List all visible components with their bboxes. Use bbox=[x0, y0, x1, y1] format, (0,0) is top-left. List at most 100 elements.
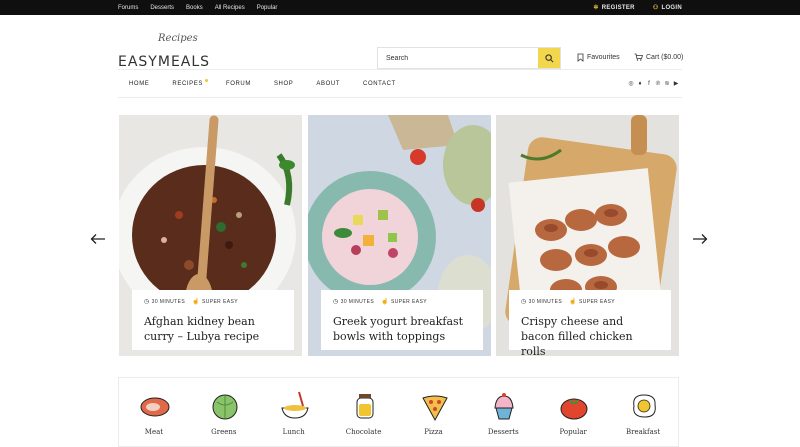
cook-time-text: 30 MINUTES bbox=[528, 298, 563, 305]
nav-contact[interactable]: CONTACT bbox=[363, 81, 396, 87]
category-label: Breakfast bbox=[625, 428, 661, 436]
cook-time: ◷ 30 MINUTES bbox=[521, 298, 563, 306]
recipe-title[interactable]: Crispy cheese and bacon filled chicken r… bbox=[521, 314, 659, 356]
recipe-card[interactable]: ◷ 30 MINUTES ☝ SUPER EASY Crispy cheese an… bbox=[496, 115, 679, 356]
card-info: ◷ 30 MINUTES ☝ SUPER EASY Crispy cheese an… bbox=[509, 290, 671, 356]
search-button[interactable] bbox=[538, 48, 560, 68]
gear-icon: ✲ bbox=[593, 5, 599, 11]
cabbage-icon bbox=[212, 394, 238, 420]
nav-recipes-label: RECIPES bbox=[172, 80, 203, 87]
difficulty: ☝ SUPER EASY bbox=[381, 298, 427, 306]
cart-link[interactable]: Cart ($0.00) bbox=[634, 53, 683, 61]
card-meta: ◷ 30 MINUTES ☝ SUPER EASY bbox=[144, 298, 282, 306]
rss-icon[interactable]: ≋ bbox=[664, 81, 670, 87]
category-lunch[interactable]: Lunch bbox=[259, 378, 329, 446]
recipe-title[interactable]: Afghan kidney bean curry – Lubya recipe bbox=[144, 314, 282, 344]
recipe-card[interactable]: ◷ 30 MINUTES ☝ SUPER EASY Afghan kidney be… bbox=[119, 115, 302, 356]
category-greens[interactable]: Greens bbox=[189, 378, 259, 446]
social-links: ◎ ♦ f ℗ ≋ ▶ bbox=[628, 81, 679, 87]
fried-egg-icon bbox=[633, 394, 656, 418]
difficulty: ☝ SUPER EASY bbox=[192, 298, 238, 306]
register-link[interactable]: ✲ REGISTER bbox=[593, 4, 634, 11]
category-label: Pizza bbox=[424, 428, 443, 436]
cart-icon bbox=[634, 53, 643, 61]
pinterest-icon[interactable]: ℗ bbox=[655, 81, 661, 87]
top-link-books[interactable]: Books bbox=[186, 5, 203, 11]
bookmark-icon bbox=[577, 53, 584, 62]
thumbs-up-icon: ☝ bbox=[569, 299, 577, 305]
card-info: ◷ 30 MINUTES ☝ SUPER EASY Greek yogurt bre… bbox=[321, 290, 483, 350]
cook-time-text: 30 MINUTES bbox=[340, 298, 375, 305]
nav-home[interactable]: HOME bbox=[129, 81, 149, 87]
category-meat[interactable]: Meat bbox=[119, 378, 189, 446]
category-label: Chocolate bbox=[345, 428, 382, 436]
cart-label: Cart ($0.00) bbox=[646, 53, 684, 61]
auth-links: ✲ REGISTER ⚇ LOGIN bbox=[593, 4, 682, 11]
category-label: Meat bbox=[144, 428, 164, 436]
category-chocolate[interactable]: Chocolate bbox=[329, 378, 399, 446]
clock-icon: ◷ bbox=[144, 299, 150, 305]
recipe-card[interactable]: ◷ 30 MINUTES ☝ SUPER EASY Greek yogurt bre… bbox=[308, 115, 491, 356]
recipe-title[interactable]: Greek yogurt breakfast bowls with toppin… bbox=[333, 314, 471, 344]
register-label: REGISTER bbox=[601, 5, 635, 11]
category-desserts[interactable]: Desserts bbox=[468, 378, 538, 446]
clock-icon: ◷ bbox=[333, 299, 339, 305]
search-box bbox=[377, 47, 561, 69]
tomato-icon bbox=[560, 398, 588, 420]
cook-time: ◷ 30 MINUTES bbox=[144, 298, 186, 306]
difficulty-text: SUPER EASY bbox=[578, 298, 615, 305]
difficulty: ☝ SUPER EASY bbox=[569, 298, 615, 306]
category-label: Lunch bbox=[282, 428, 305, 436]
cupcake-icon bbox=[494, 393, 514, 420]
meat-icon bbox=[140, 397, 170, 417]
card-meta: ◷ 30 MINUTES ☝ SUPER EASY bbox=[333, 298, 471, 306]
site-logo[interactable]: Recipes EASYMEALS bbox=[118, 33, 218, 70]
category-label: Desserts bbox=[487, 428, 519, 436]
top-bar: Forums Desserts Books All Recipes Popula… bbox=[0, 0, 800, 15]
top-link-all-recipes[interactable]: All Recipes bbox=[215, 5, 245, 11]
cook-time-text: 30 MINUTES bbox=[151, 298, 186, 305]
site-header: Recipes EASYMEALS Favourites Cart ($0.00… bbox=[0, 15, 800, 70]
logo-script: Recipes bbox=[158, 33, 198, 44]
chocolate-jar-icon bbox=[356, 394, 374, 419]
cook-time: ◷ 30 MINUTES bbox=[333, 298, 375, 306]
pizza-icon bbox=[421, 395, 448, 422]
instagram-icon[interactable]: ◎ bbox=[628, 81, 634, 87]
user-icon: ⚇ bbox=[652, 5, 659, 11]
card-meta: ◷ 30 MINUTES ☝ SUPER EASY bbox=[521, 298, 659, 306]
difficulty-text: SUPER EASY bbox=[201, 298, 238, 305]
top-links: Forums Desserts Books All Recipes Popula… bbox=[118, 5, 277, 11]
nav-about[interactable]: ABOUT bbox=[316, 81, 340, 87]
logo-text: EASYMEALS bbox=[118, 54, 211, 70]
favourites-label: Favourites bbox=[587, 54, 620, 61]
top-link-popular[interactable]: Popular bbox=[257, 5, 278, 11]
login-link[interactable]: ⚇ LOGIN bbox=[653, 4, 682, 11]
facebook-icon[interactable]: f bbox=[646, 81, 652, 87]
nav-forum[interactable]: FORUM bbox=[226, 81, 251, 87]
arrow-right-icon[interactable] bbox=[692, 233, 708, 245]
favourites-link[interactable]: Favourites bbox=[577, 53, 620, 62]
thumbs-up-icon: ☝ bbox=[381, 299, 389, 305]
card-info: ◷ 30 MINUTES ☝ SUPER EASY Afghan kidney be… bbox=[132, 290, 294, 350]
login-label: LOGIN bbox=[661, 5, 682, 11]
category-strip: Meat Greens Lunch Chocolate Pizza Desser… bbox=[118, 377, 679, 447]
nav-shop[interactable]: SHOP bbox=[274, 81, 293, 87]
nav-recipes[interactable]: RECIPES bbox=[172, 78, 208, 87]
thumbs-up-icon: ☝ bbox=[192, 299, 200, 305]
youtube-icon[interactable]: ▶ bbox=[673, 81, 679, 87]
soup-bowl-icon bbox=[281, 391, 309, 419]
search-input[interactable] bbox=[378, 48, 538, 68]
new-dot bbox=[204, 78, 208, 82]
clock-icon: ◷ bbox=[521, 299, 527, 305]
category-popular[interactable]: Popular bbox=[538, 378, 608, 446]
category-breakfast[interactable]: Breakfast bbox=[608, 378, 678, 446]
arrow-left-icon[interactable] bbox=[90, 233, 106, 245]
top-link-desserts[interactable]: Desserts bbox=[150, 5, 174, 11]
category-pizza[interactable]: Pizza bbox=[399, 378, 469, 446]
category-label: Popular bbox=[559, 428, 587, 436]
main-nav: HOME RECIPES FORUM SHOP ABOUT CONTACT ◎ … bbox=[118, 69, 682, 98]
twitter-icon[interactable]: ♦ bbox=[637, 81, 643, 87]
category-label: Greens bbox=[211, 428, 237, 436]
difficulty-text: SUPER EASY bbox=[390, 298, 427, 305]
top-link-forums[interactable]: Forums bbox=[118, 5, 138, 11]
